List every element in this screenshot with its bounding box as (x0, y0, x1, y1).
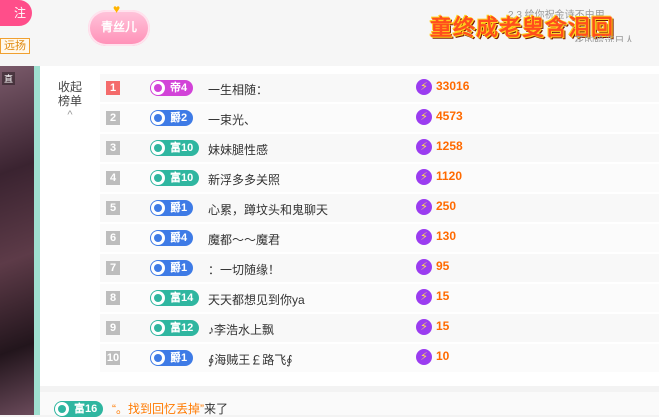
medal-label: 爵1 (170, 202, 188, 214)
fan-badge-label: 青丝儿 (100, 20, 137, 34)
rank-number: 10 (106, 351, 120, 365)
collapse-ranking-button[interactable]: 收起榜单 ^ (54, 80, 86, 122)
fan-club-badge[interactable]: ♥ 青丝儿 (88, 2, 150, 46)
ranking-row[interactable]: 3 富10 妹妹腿性感 ⚡ 1258 (100, 134, 659, 162)
user-name[interactable]: 魔都～～魔君 (208, 231, 280, 248)
medal-icon: 爵4 (150, 230, 194, 246)
yuanyang-tag[interactable]: 远扬 (0, 38, 30, 54)
score: ⚡ 95 (416, 259, 449, 275)
marquee-small-bottom: _ 花的哈选日人 (566, 36, 635, 42)
score: ⚡ 250 (416, 199, 456, 215)
video-player[interactable]: 直 (0, 66, 34, 415)
enter-notice: 富16 “。找到回忆丢掉”来了 (40, 392, 659, 417)
medal-label: 富12 (170, 322, 194, 334)
crown-icon: ♥ (113, 2, 121, 16)
score: ⚡ 10 (416, 349, 449, 365)
score: ⚡ 1120 (416, 169, 462, 185)
user-name[interactable]: 心累，蹲坟头和鬼聊天 (208, 201, 328, 218)
score: ⚡ 4573 (416, 109, 463, 125)
rank-number: 8 (106, 291, 120, 305)
lightning-bolt-icon: ⚡ (416, 349, 432, 365)
medal-icon: 富10 (150, 140, 200, 156)
lightning-bolt-icon: ⚡ (416, 229, 432, 245)
score: ⚡ 130 (416, 229, 456, 245)
ranking-row[interactable]: 1 帝4 一生相随： ⚡ 33016 (100, 74, 659, 102)
rank-number: 9 (106, 321, 120, 335)
rank-number: 7 (106, 261, 120, 275)
enter-text: “。找到回忆丢掉”来了 (112, 400, 228, 417)
user-name[interactable]: 一束光、 (208, 111, 256, 128)
ranking-row[interactable]: 6 爵4 魔都～～魔君 ⚡ 130 (100, 224, 659, 252)
rank-number: 5 (106, 201, 120, 215)
score: ⚡ 33016 (416, 79, 469, 95)
score-value: 10 (436, 349, 450, 364)
ranking-row[interactable]: 4 富10 新浮多多关照 ⚡ 1120 (100, 164, 659, 192)
lightning-bolt-icon: ⚡ (416, 319, 432, 335)
gift-marquee: 2.3 给你祝金诗不由用 童终成老叟含泪回 _ 花的哈选日人 (428, 6, 659, 42)
chevron-up-icon: ^ (67, 109, 73, 121)
medal-icon: 爵1 (150, 350, 194, 366)
medal-icon: 富12 (150, 320, 200, 336)
score-value: 4573 (436, 109, 463, 124)
score-value: 95 (436, 259, 450, 274)
medal-icon: 富10 (150, 170, 200, 186)
score-value: 33016 (436, 79, 470, 94)
user-name[interactable]: ∮海贼王￡路飞∮ (208, 351, 293, 368)
score-value: 250 (436, 199, 457, 214)
top-bar: 注 远扬 ♥ 青丝儿 2.3 给你祝金诗不由用 童终成老叟含泪回 _ 花的哈选日… (0, 0, 659, 66)
lightning-bolt-icon: ⚡ (416, 139, 432, 155)
enter-action: 来了 (204, 402, 229, 416)
medal-icon: 爵1 (150, 200, 194, 216)
user-name[interactable]: 新浮多多关照 (208, 171, 280, 188)
rank-number: 1 (106, 81, 120, 95)
rank-number: 2 (106, 111, 120, 125)
rank-number: 4 (106, 171, 120, 185)
score: ⚡ 15 (416, 289, 449, 305)
user-name[interactable]: 妹妹腿性感 (208, 141, 268, 158)
medal-label: 爵4 (170, 232, 188, 244)
lightning-bolt-icon: ⚡ (416, 109, 432, 125)
ranking-panel: 收起榜单 ^ 1 帝4 一生相随： ⚡ 33016 2 爵2 一束光、 ⚡ 4573 3 富10 妹妹腿… (40, 66, 659, 386)
medal-label: 爵2 (170, 112, 188, 124)
ranking-row[interactable]: 9 富12 ♪李浩水上飘 ⚡ 15 (100, 314, 659, 342)
medal-label: 帝4 (170, 82, 188, 94)
lightning-bolt-icon: ⚡ (416, 169, 432, 185)
score-value: 15 (436, 319, 450, 334)
ranking-row[interactable]: 10 爵1 ∮海贼王￡路飞∮ ⚡ 10 (100, 344, 659, 372)
ranking-row[interactable]: 5 爵1 心累，蹲坟头和鬼聊天 ⚡ 250 (100, 194, 659, 222)
collapse-label: 收起榜单 (57, 80, 82, 108)
score-value: 1120 (436, 169, 463, 184)
lightning-bolt-icon: ⚡ (416, 289, 432, 305)
user-name[interactable]: ♪李浩水上飘 (208, 321, 274, 338)
user-name[interactable]: ：一切随缘！ (208, 261, 280, 278)
user-name[interactable]: 天天都想见到你ya (208, 291, 305, 308)
live-tag: 直 (2, 72, 16, 85)
medal-icon: 爵1 (150, 260, 194, 276)
medal-icon: 帝4 (150, 80, 194, 96)
ranking-row[interactable]: 8 富14 天天都想见到你ya ⚡ 15 (100, 284, 659, 312)
score-value: 1258 (436, 139, 463, 154)
medal-label: 富10 (170, 172, 194, 184)
score-value: 15 (436, 289, 450, 304)
score: ⚡ 15 (416, 319, 449, 335)
ranking-row[interactable]: 2 爵2 一束光、 ⚡ 4573 (100, 104, 659, 132)
medal-icon: 爵2 (150, 110, 194, 126)
enter-user[interactable]: “。找到回忆丢掉” (112, 402, 204, 416)
medal-label: 爵1 (170, 352, 188, 364)
medal-label: 富14 (170, 292, 194, 304)
rank-number: 6 (106, 231, 120, 245)
ranking-row[interactable]: 7 爵1 ：一切随缘！ ⚡ 95 (100, 254, 659, 282)
rank-number: 3 (106, 141, 120, 155)
score: ⚡ 1258 (416, 139, 463, 155)
lightning-bolt-icon: ⚡ (416, 259, 432, 275)
lightning-bolt-icon: ⚡ (416, 79, 432, 95)
user-name[interactable]: 一生相随： (208, 81, 268, 98)
follow-button[interactable]: 注 (0, 0, 32, 26)
medal-label: 富10 (170, 142, 194, 154)
medal-label: 爵1 (170, 262, 188, 274)
lightning-bolt-icon: ⚡ (416, 199, 432, 215)
medal-icon: 富14 (150, 290, 200, 306)
score-value: 130 (436, 229, 457, 244)
